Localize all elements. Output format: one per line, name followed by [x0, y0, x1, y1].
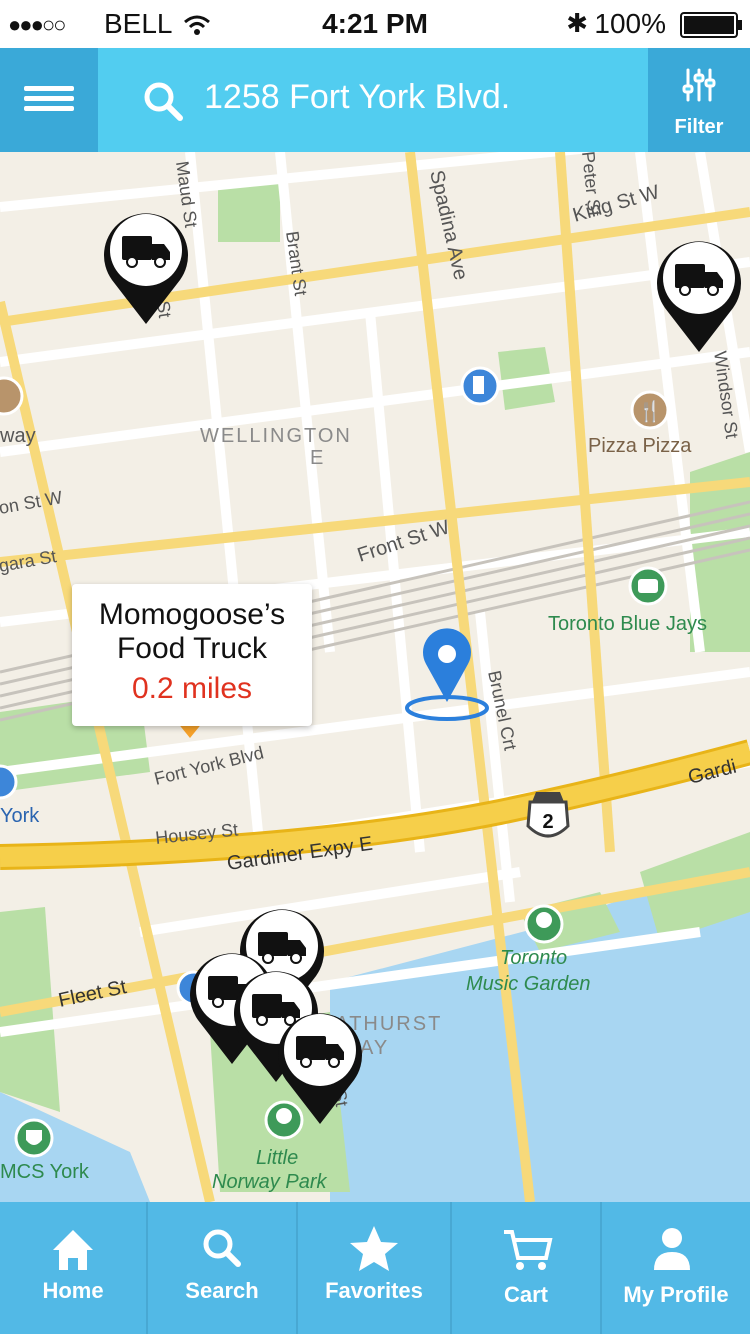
home-icon	[53, 1230, 93, 1270]
cart-icon	[504, 1230, 553, 1270]
map-label: MCS York	[0, 1161, 90, 1183]
map-label: Pizza Pizza	[588, 435, 692, 457]
restaurant-icon[interactable]	[0, 376, 24, 416]
filter-label: Filter	[674, 116, 724, 138]
search-field[interactable]: 1258 Fort York Blvd.	[98, 48, 648, 152]
filter-button[interactable]: Filter	[648, 48, 750, 152]
search-input[interactable]: 1258 Fort York Blvd.	[204, 78, 510, 117]
menu-button[interactable]	[0, 48, 98, 152]
food-truck-callout[interactable]: Momogoose’s Food Truck 0.2 miles	[72, 584, 312, 726]
map-label: Toronto Blue Jays	[548, 613, 707, 635]
map-label: E	[310, 447, 323, 469]
highway-number: 2	[542, 811, 553, 833]
map-label: WELLINGTON	[200, 425, 352, 447]
tab-cart-label: Cart	[503, 1282, 548, 1307]
food-truck-distance: 0.2 miles	[131, 672, 253, 705]
map-view[interactable]: King St W Spadina Ave Maud St Brant St P…	[0, 152, 750, 1202]
search-icon	[203, 1229, 241, 1267]
bluetooth-icon: ✱	[566, 8, 588, 38]
park-icon[interactable]	[524, 904, 564, 944]
stadium-icon[interactable]	[628, 566, 668, 606]
tab-cart[interactable]: Cart	[452, 1202, 602, 1334]
map-label: Little	[256, 1147, 298, 1169]
tab-home[interactable]: Home	[0, 1202, 148, 1334]
sliders-icon	[682, 68, 716, 102]
park-icon[interactable]	[264, 1100, 304, 1140]
map-label: Music Garden	[466, 973, 591, 995]
map-label: Toronto	[500, 947, 567, 969]
search-bar: 1258 Fort York Blvd. Filter	[0, 48, 750, 152]
hamburger-line	[24, 96, 74, 101]
gas-station-icon[interactable]	[460, 366, 500, 406]
food-truck-name: Momogoose’s Food Truck	[98, 598, 286, 665]
highway-shield-icon: 2	[526, 792, 570, 838]
tab-my-profile-label: My Profile	[623, 1282, 729, 1307]
star-icon	[350, 1226, 398, 1271]
map-label: Norway Park	[212, 1171, 327, 1193]
profile-icon	[654, 1228, 690, 1270]
tab-favorites[interactable]: Favorites	[298, 1202, 452, 1334]
battery-percent: 100%	[594, 8, 666, 39]
tab-favorites-label: Favorites	[325, 1278, 423, 1303]
shield-icon[interactable]	[14, 1118, 54, 1158]
hamburger-icon	[24, 86, 74, 91]
map-label: York	[0, 805, 40, 827]
map-label: way	[0, 425, 36, 447]
status-bar: ●●●○○ BELL 4:21 PM ✱ 100%	[0, 0, 750, 48]
svg-text:🍴: 🍴	[638, 399, 663, 423]
tab-bar: Home Search Favorites Cart My Profile	[0, 1202, 750, 1334]
hamburger-line	[24, 106, 74, 111]
search-icon	[144, 82, 183, 121]
restaurant-icon[interactable]: 🍴	[630, 390, 670, 430]
tab-home-label: Home	[42, 1278, 104, 1303]
tab-search[interactable]: Search	[148, 1202, 298, 1334]
tab-my-profile[interactable]: My Profile	[602, 1202, 750, 1334]
battery-icon	[680, 12, 742, 38]
tab-search-label: Search	[185, 1278, 259, 1303]
